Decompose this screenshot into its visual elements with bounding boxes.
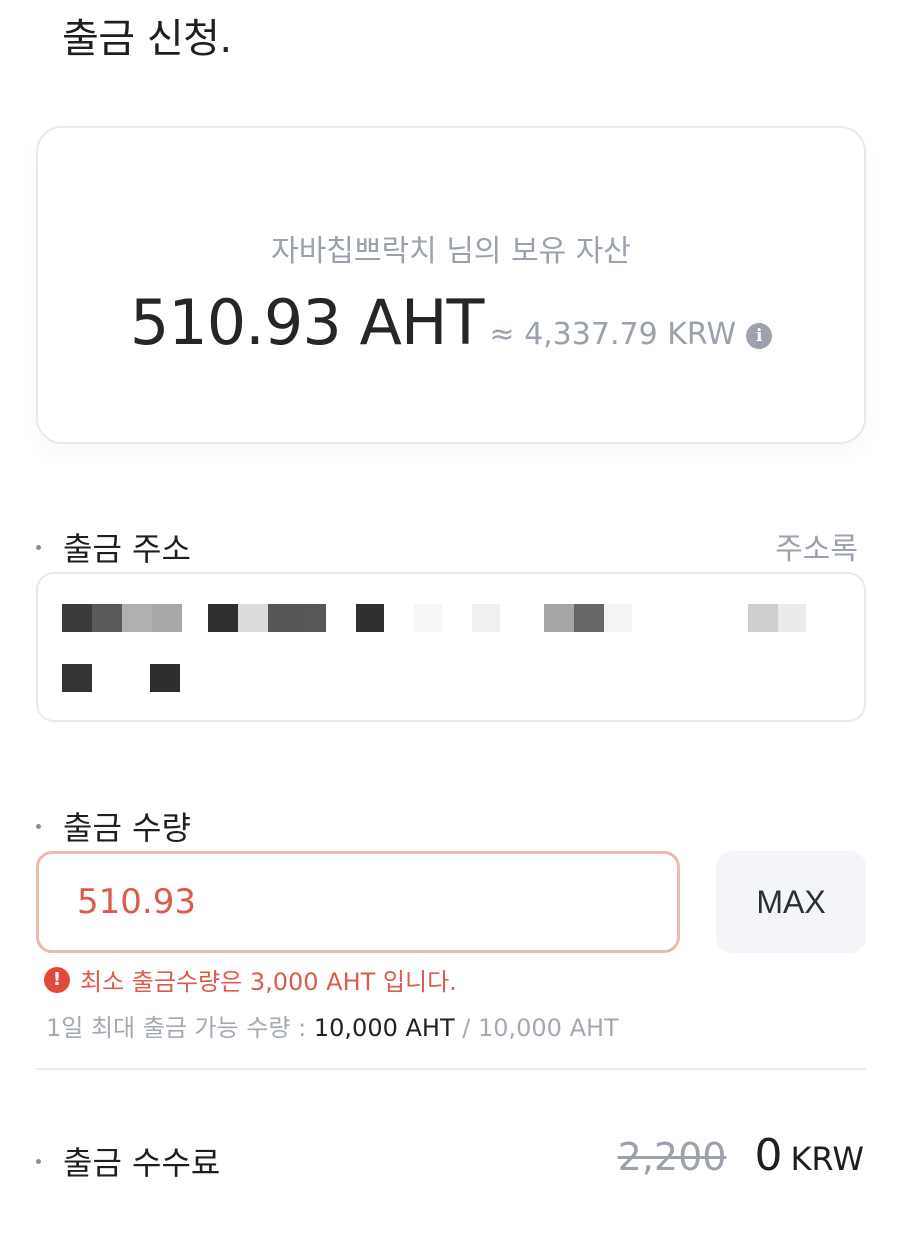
amount-input[interactable]	[36, 851, 680, 953]
redacted-block	[748, 604, 778, 632]
redacted-block	[604, 604, 632, 632]
error-icon: !	[44, 966, 70, 993]
amount-label: 출금 수량	[36, 803, 191, 849]
fee-label: 출금 수수료	[36, 1138, 220, 1184]
info-icon[interactable]: i	[746, 323, 773, 349]
bullet	[36, 544, 41, 550]
daily-limit: 1일 최대 출금 가능 수량 : 10,000 AHT / 10,000 AHT	[46, 1008, 619, 1043]
address-book-link[interactable]: 주소록	[775, 524, 858, 568]
bullet	[36, 823, 41, 829]
max-button[interactable]: MAX	[716, 851, 866, 953]
redacted-block	[62, 664, 92, 692]
redacted-block	[208, 604, 238, 632]
fee-original: 2,200	[617, 1135, 727, 1179]
daily-limit-label: 1일 최대 출금 가능 수량 :	[46, 1014, 307, 1042]
redacted-block	[122, 604, 152, 632]
address-label: 출금 주소	[36, 524, 191, 570]
divider	[36, 1068, 866, 1070]
redacted-block	[238, 604, 268, 632]
amount-label-text: 출금 수량	[63, 809, 191, 847]
balance-owner-text: 자바칩쁘락치 님의 보유 자산	[271, 234, 631, 269]
redacted-block	[414, 604, 442, 632]
redacted-block	[62, 604, 92, 632]
redacted-block	[472, 604, 500, 632]
bullet	[36, 1158, 41, 1164]
redacted-block	[574, 604, 604, 632]
error-message: ! 최소 출금수량은 3,000 AHT 입니다.	[44, 962, 457, 997]
fee-row: 2,200 0 KRW	[618, 1130, 864, 1181]
redacted-block	[298, 604, 326, 632]
redacted-block	[544, 604, 574, 632]
redacted-block	[92, 604, 122, 632]
redacted-block	[152, 604, 182, 632]
redacted-block	[268, 604, 298, 632]
daily-limit-value: 10,000 AHT	[313, 1014, 455, 1042]
redacted-block	[778, 604, 806, 632]
page-title: 출금 신청.	[62, 16, 232, 62]
error-text: 최소 출금수량은 3,000 AHT 입니다.	[80, 968, 457, 996]
balance-card: 자바칩쁘락치 님의 보유 자산 510.93 AHT ≈ 4,337.79 KR…	[36, 126, 866, 444]
balance-row: 510.93 AHT ≈ 4,337.79 KRW i	[38, 286, 864, 359]
fee-unit: KRW	[790, 1140, 864, 1178]
redacted-block	[356, 604, 384, 632]
fee-label-text: 출금 수수료	[63, 1144, 221, 1182]
address-field[interactable]	[36, 572, 866, 722]
fee-value: 0	[754, 1130, 783, 1181]
balance-approx: ≈ 4,337.79 KRW	[489, 317, 737, 352]
daily-limit-total: / 10,000 AHT	[462, 1014, 619, 1042]
balance-amount: 510.93 AHT	[129, 286, 485, 359]
address-label-text: 출금 주소	[63, 530, 191, 568]
redacted-block	[150, 664, 180, 692]
